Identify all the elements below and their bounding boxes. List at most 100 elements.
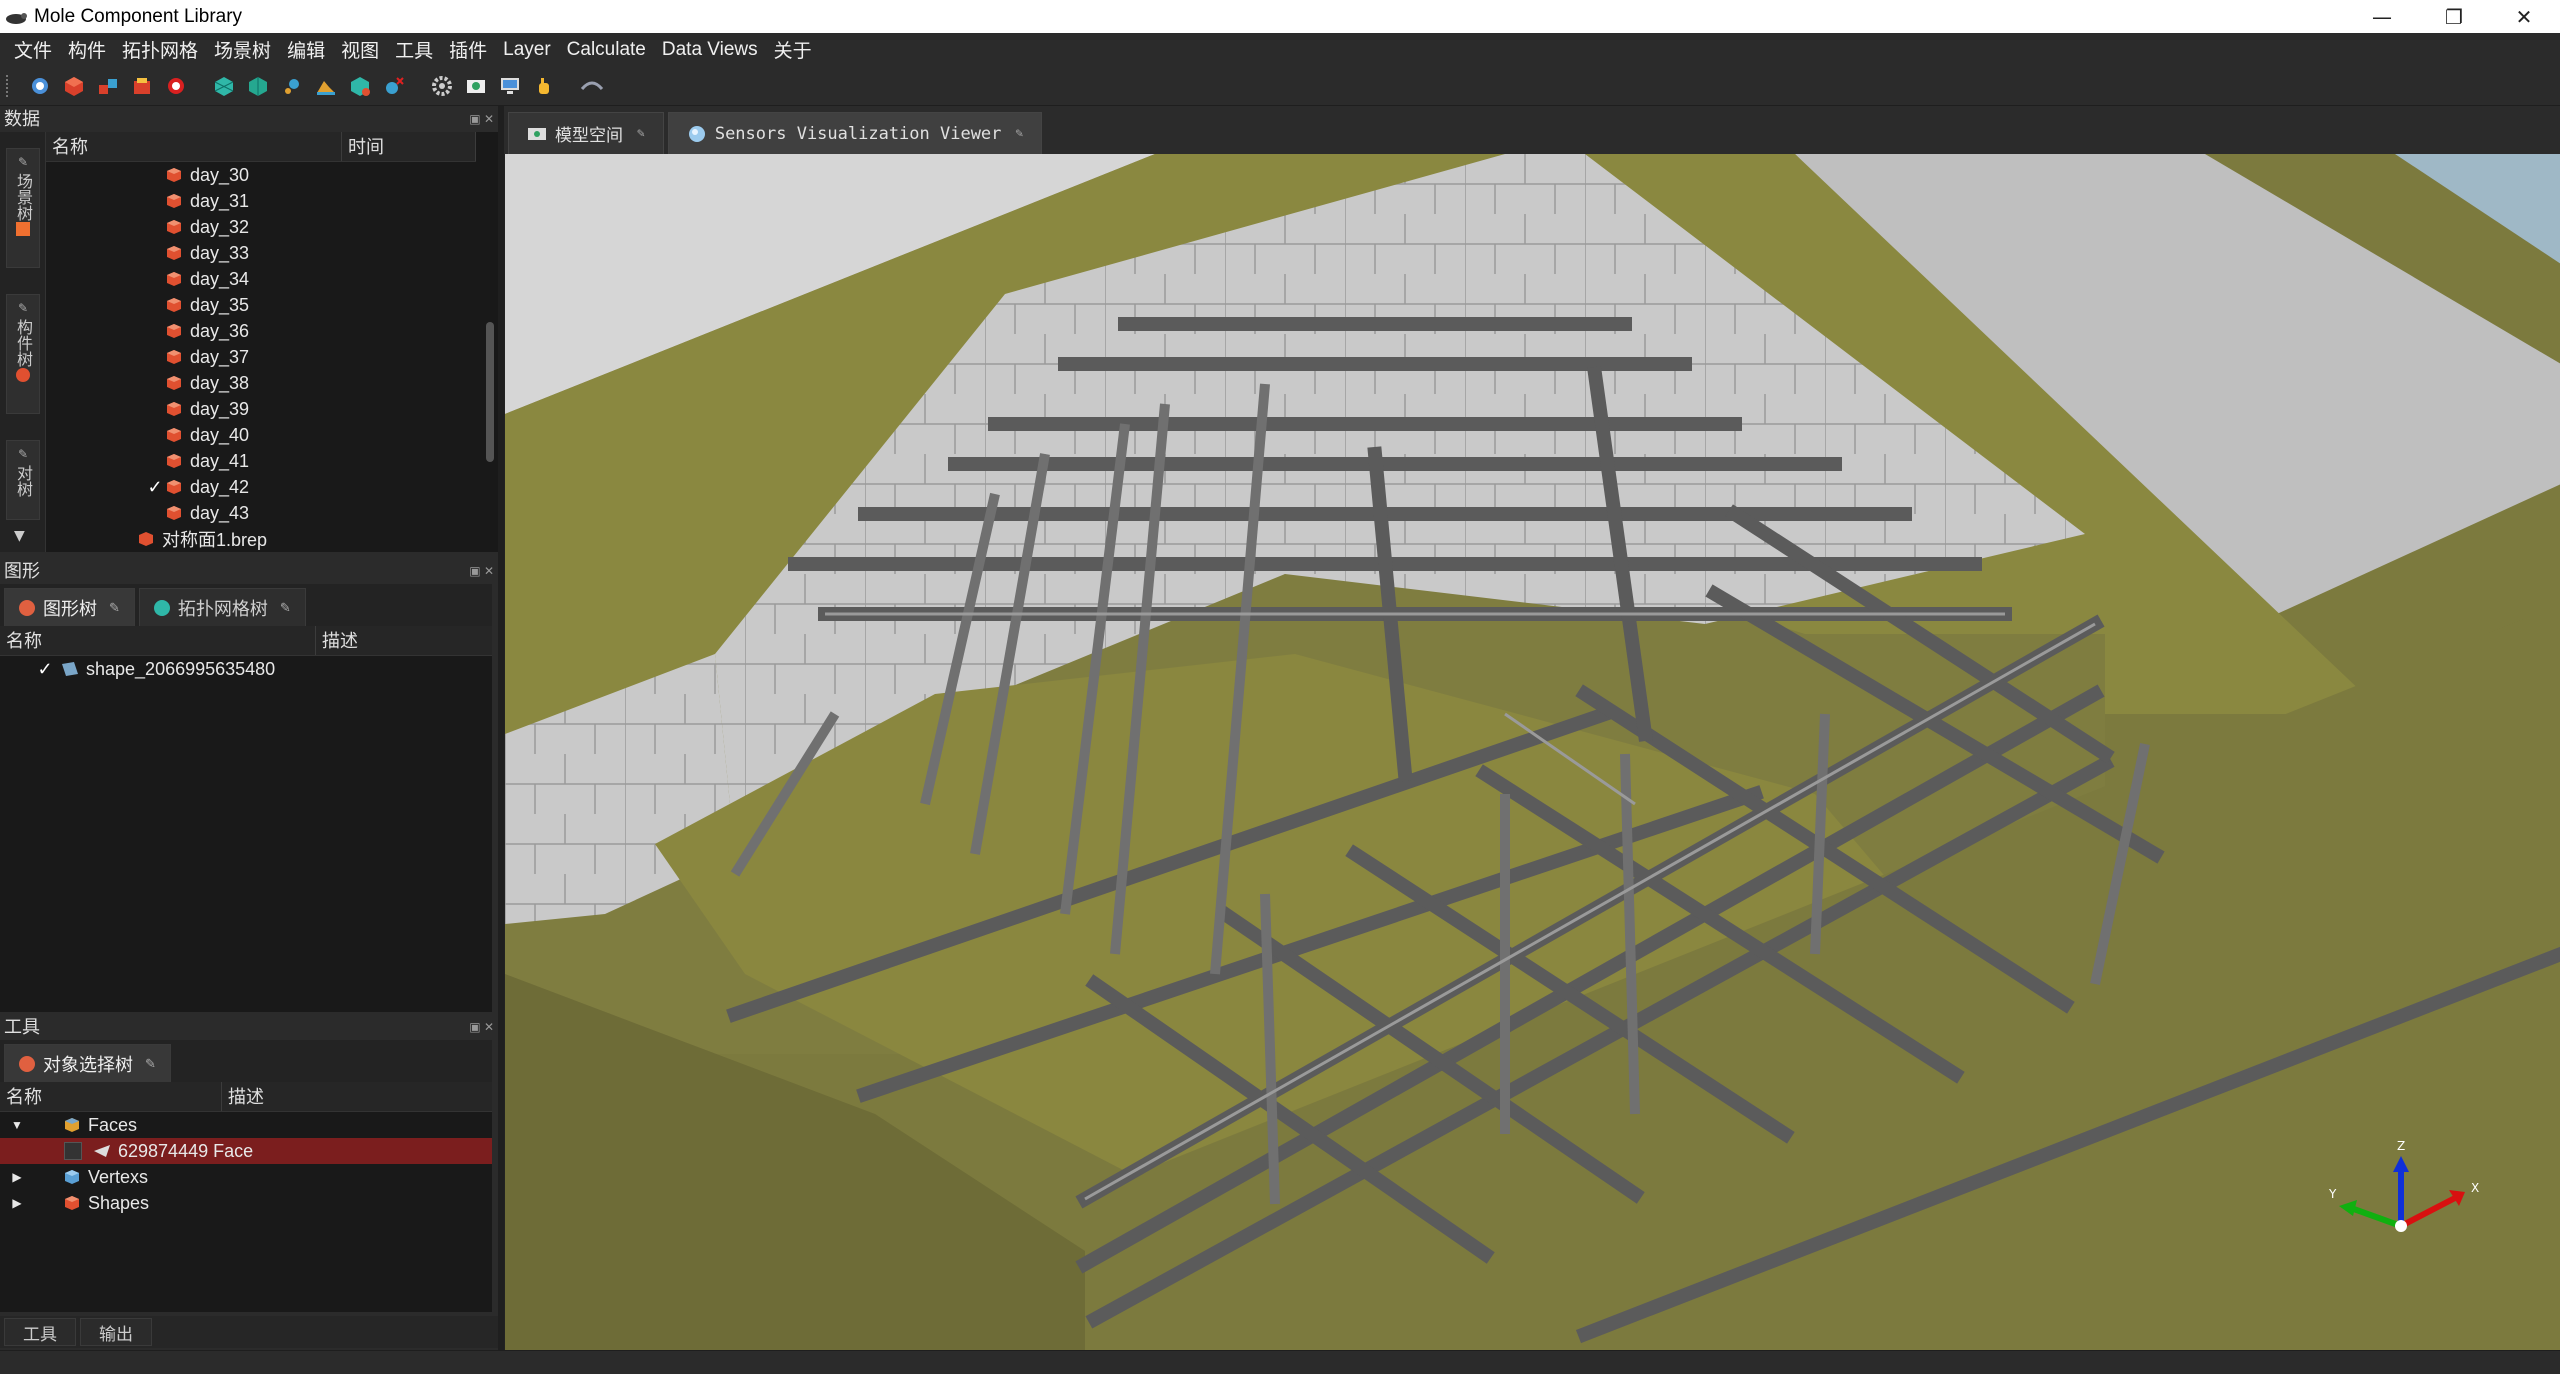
tree-node-faces-label: Faces xyxy=(88,1114,138,1135)
cubes-icon[interactable] xyxy=(95,73,121,99)
pin-icon[interactable]: ✎ xyxy=(18,301,28,315)
tab-tools[interactable]: 工具 xyxy=(4,1318,76,1346)
cube-stack-icon[interactable] xyxy=(129,73,155,99)
tab-sensors-viewer[interactable]: Sensors Visualization Viewer ✎ xyxy=(667,112,1043,154)
tree-node-shapes[interactable]: ▶ Shapes xyxy=(0,1190,492,1216)
menu-tools[interactable]: 工具 xyxy=(387,36,441,63)
3d-viewport[interactable]: Z X Y xyxy=(504,154,2560,1350)
node-icon[interactable] xyxy=(279,73,305,99)
vtab-third-tree[interactable]: ✎ 对树 xyxy=(6,440,40,520)
data-tree-row[interactable]: day_30 xyxy=(46,162,476,188)
toolbar-grip[interactable] xyxy=(6,74,9,97)
data-tree-row[interactable]: day_41 xyxy=(46,448,476,474)
mesh-tree-icon xyxy=(153,599,170,616)
pin-icon[interactable]: ✎ xyxy=(637,126,645,141)
data-tree-row[interactable]: day_37 xyxy=(46,344,476,370)
column-header-description[interactable]: 描述 xyxy=(222,1082,492,1111)
data-tree-row[interactable]: day_39 xyxy=(46,396,476,422)
checkbox-checked[interactable]: ✓ xyxy=(34,659,56,680)
data-tree-row[interactable]: day_33 xyxy=(46,240,476,266)
pin-icon[interactable]: ✎ xyxy=(18,447,28,461)
chevron-right-icon[interactable]: ▶ xyxy=(0,1170,34,1184)
menu-layer[interactable]: Layer xyxy=(495,39,559,61)
menu-about[interactable]: 关于 xyxy=(766,36,820,63)
scrollbar-thumb[interactable] xyxy=(486,322,494,462)
minimize-button[interactable]: — xyxy=(2346,0,2418,33)
chevron-down-icon[interactable]: ▼ xyxy=(14,528,25,544)
pin-icon[interactable]: ✎ xyxy=(109,600,120,616)
monitor-icon[interactable] xyxy=(497,73,523,99)
sensors-globe-icon xyxy=(688,125,705,142)
menu-file[interactable]: 文件 xyxy=(6,36,60,63)
link-icon[interactable] xyxy=(579,73,605,99)
data-tree-file-row[interactable]: 对称面1.brep xyxy=(46,526,476,552)
settings-icon[interactable] xyxy=(429,73,455,99)
cube-icon xyxy=(167,350,181,364)
tree-node-face-selected[interactable]: 629874449 Face xyxy=(0,1138,492,1164)
tab-object-selection-tree[interactable]: 对象选择树 ✎ xyxy=(4,1044,171,1082)
mesh-delete-icon[interactable] xyxy=(381,73,407,99)
pin-icon[interactable]: ✎ xyxy=(1015,126,1023,141)
pin-icon[interactable]: ✎ xyxy=(280,600,291,616)
mesh-2-icon[interactable] xyxy=(245,73,271,99)
pin-icon[interactable]: ✎ xyxy=(145,1056,156,1072)
column-header-time[interactable]: 时间 xyxy=(342,132,476,161)
stop-icon[interactable] xyxy=(163,73,189,99)
tool-panel-header: 工具 ▣ ✕ xyxy=(0,1014,498,1040)
data-tree-row[interactable]: day_34 xyxy=(46,266,476,292)
close-button[interactable]: ✕ xyxy=(2488,0,2560,33)
data-tree-row[interactable]: day_38 xyxy=(46,370,476,396)
menu-edit[interactable]: 编辑 xyxy=(279,36,333,63)
menu-topology-mesh[interactable]: 拓扑网格 xyxy=(114,36,206,63)
tab-model-space[interactable]: 模型空间 ✎ xyxy=(508,112,664,154)
shape-row[interactable]: ✓ shape_2066995635480 xyxy=(0,656,492,682)
panel-float-close-icon[interactable]: ▣ ✕ xyxy=(469,558,494,584)
tool-panel: 对象选择树 ✎ 名称 描述 ▼ Faces 629874449 Face ▶ V… xyxy=(0,1040,492,1312)
data-tree-row[interactable]: day_40 xyxy=(46,422,476,448)
tab-topology-mesh-tree[interactable]: 拓扑网格树 ✎ xyxy=(138,588,306,626)
restore-button[interactable]: ❐ xyxy=(2418,0,2490,33)
tree-node-faces[interactable]: ▼ Faces xyxy=(0,1112,492,1138)
menu-component[interactable]: 构件 xyxy=(60,36,114,63)
menu-plugins[interactable]: 插件 xyxy=(441,36,495,63)
data-tree-row[interactable]: day_35 xyxy=(46,292,476,318)
vtab-component-tree[interactable]: ✎ 构件树 xyxy=(6,294,40,414)
data-tree-row[interactable]: day_43 xyxy=(46,500,476,526)
menu-data-views[interactable]: Data Views xyxy=(654,39,766,61)
column-header-name[interactable]: 名称 xyxy=(0,1082,222,1111)
tree-node-vertexs[interactable]: ▶ Vertexs xyxy=(0,1164,492,1190)
checkbox-checked[interactable]: ✓ xyxy=(144,477,166,498)
tab-topology-mesh-tree-label: 拓扑网格树 xyxy=(177,598,268,619)
data-tree-row[interactable]: day_36 xyxy=(46,318,476,344)
hand-icon[interactable] xyxy=(531,73,557,99)
tab-shape-tree[interactable]: 图形树 ✎ xyxy=(4,588,135,626)
refresh-icon[interactable] xyxy=(27,73,53,99)
mesh-edit-icon[interactable] xyxy=(347,73,373,99)
column-header-name[interactable]: 名称 xyxy=(0,626,316,655)
selection-tree-header: 名称 描述 xyxy=(0,1082,492,1112)
menu-calculate[interactable]: Calculate xyxy=(559,39,654,61)
menu-scene-tree[interactable]: 场景树 xyxy=(206,36,279,63)
data-tree-row[interactable]: ✓ day_42 xyxy=(46,474,476,500)
pin-icon[interactable]: ✎ xyxy=(18,155,28,169)
panel-float-close-icon[interactable]: ▣ ✕ xyxy=(469,1014,494,1040)
mesh-icon[interactable] xyxy=(211,73,237,99)
column-header-name[interactable]: 名称 xyxy=(46,132,342,161)
data-tree-row[interactable]: day_32 xyxy=(46,214,476,240)
menu-view[interactable]: 视图 xyxy=(333,36,387,63)
checkbox-unchecked[interactable] xyxy=(64,1142,82,1160)
image-icon[interactable] xyxy=(463,73,489,99)
tab-model-space-label: 模型空间 xyxy=(555,126,623,146)
component-tree-icon xyxy=(16,368,30,382)
vtab-scene-tree[interactable]: ✎ 场景树 xyxy=(6,148,40,268)
panel-float-close-icon[interactable]: ▣ ✕ xyxy=(469,106,494,132)
terrain-icon[interactable] xyxy=(313,73,339,99)
column-header-description[interactable]: 描述 xyxy=(316,626,492,655)
cube-red-icon[interactable] xyxy=(61,73,87,99)
shape-panel-tabs: 图形树 ✎ 拓扑网格树 ✎ xyxy=(0,584,492,626)
chevron-right-icon[interactable]: ▶ xyxy=(0,1196,34,1210)
chevron-down-icon[interactable]: ▼ xyxy=(0,1118,34,1132)
data-tree-row[interactable]: day_31 xyxy=(46,188,476,214)
tab-output[interactable]: 输出 xyxy=(80,1318,152,1346)
tool-panel-tabs: 对象选择树 ✎ xyxy=(0,1040,492,1082)
